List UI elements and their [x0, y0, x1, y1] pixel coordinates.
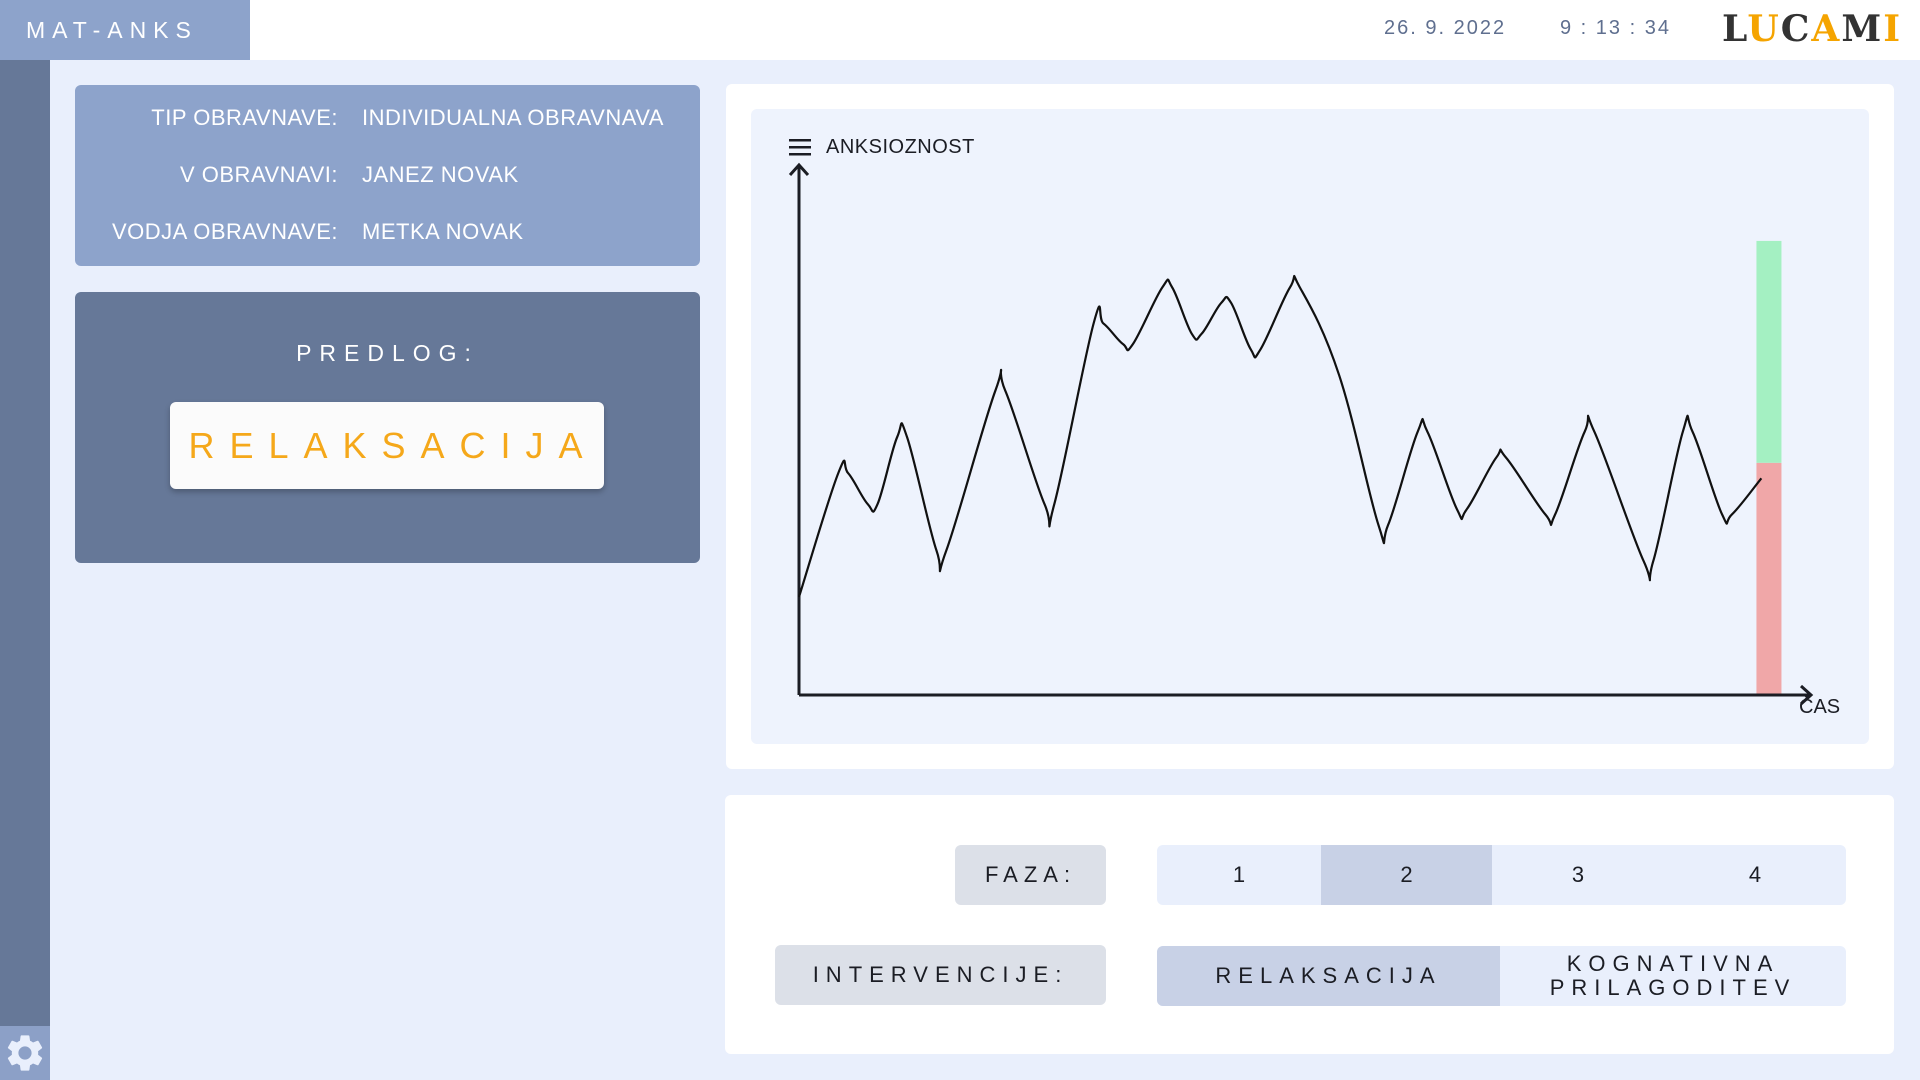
info-row-patient: V OBRAVNAVI: JANEZ NOVAK [75, 162, 700, 192]
phase-option-4[interactable]: 4 [1664, 845, 1846, 905]
intervention-selector: RELAKSACIJA KOGNATIVNA PRILAGODITEV [1157, 946, 1846, 1006]
lucami-logo: LUCAMI [1722, 8, 1903, 50]
suggestion-label: PREDLOG: [296, 340, 479, 366]
phase-option-2[interactable]: 2 [1321, 845, 1492, 905]
interventions-label: INTERVENCIJE: [775, 945, 1106, 1005]
indicator-bar-red [1756, 462, 1782, 695]
suggestion-button[interactable]: RELAKSACIJA [170, 402, 604, 489]
phase-label: FAZA: [955, 845, 1106, 905]
phase-option-3[interactable]: 3 [1492, 845, 1664, 905]
info-value: INDIVIDUALNA OBRAVNAVA [362, 105, 664, 130]
suggestion-card: PREDLOG: RELAKSACIJA [75, 292, 700, 563]
sidebar [0, 60, 50, 1080]
controls-card: FAZA: 1 2 3 4 INTERVENCIJE: RELAKSACIJA … [725, 795, 1894, 1054]
phase-option-1[interactable]: 1 [1157, 845, 1321, 905]
info-row-leader: VODJA OBRAVNAVE: METKA NOVAK [75, 219, 700, 249]
chart-card: ANKSIOZNOST ČAS [726, 84, 1894, 769]
gear-icon [7, 1035, 43, 1071]
intervention-option-label: RELAKSACIJA [1215, 963, 1442, 988]
intervention-option-kognitivna[interactable]: KOGNATIVNA PRILAGODITEV [1500, 946, 1846, 1006]
chart-panel: ANKSIOZNOST ČAS [751, 109, 1869, 744]
info-row-type: TIP OBRAVNAVE: INDIVIDUALNA OBRAVNAVA [75, 105, 700, 135]
time-display: 9 : 13 : 34 [1560, 17, 1671, 39]
y-axis-label: ANKSIOZNOST [826, 136, 975, 158]
info-value: JANEZ NOVAK [362, 162, 519, 187]
intervention-option-relaksacija[interactable]: RELAKSACIJA [1157, 946, 1500, 1006]
anxiety-chart: ANKSIOZNOST ČAS [788, 136, 1840, 718]
info-label: VODJA OBRAVNAVE: [111, 219, 338, 244]
info-value: METKA NOVAK [362, 219, 524, 244]
date-display: 26. 9. 2022 [1384, 17, 1507, 39]
session-info-card: TIP OBRAVNAVE: INDIVIDUALNA OBRAVNAVA V … [75, 85, 700, 266]
info-label: V OBRAVNAVI: [179, 162, 338, 187]
intervention-option-label: KOGNATIVNA PRILAGODITEV [1549, 951, 1797, 1000]
settings-button[interactable] [0, 1026, 50, 1080]
phase-selector: 1 2 3 4 [1157, 845, 1846, 905]
anxiety-series-line [797, 275, 1763, 598]
app-title: MAT-ANKS [0, 0, 250, 60]
info-label: TIP OBRAVNAVE: [151, 105, 338, 130]
top-bar: MAT-ANKS 26. 9. 2022 9 : 13 : 34 LUCAMI [0, 0, 1920, 60]
indicator-bar-green [1756, 240, 1782, 463]
hamburger-menu-icon[interactable] [789, 139, 811, 156]
